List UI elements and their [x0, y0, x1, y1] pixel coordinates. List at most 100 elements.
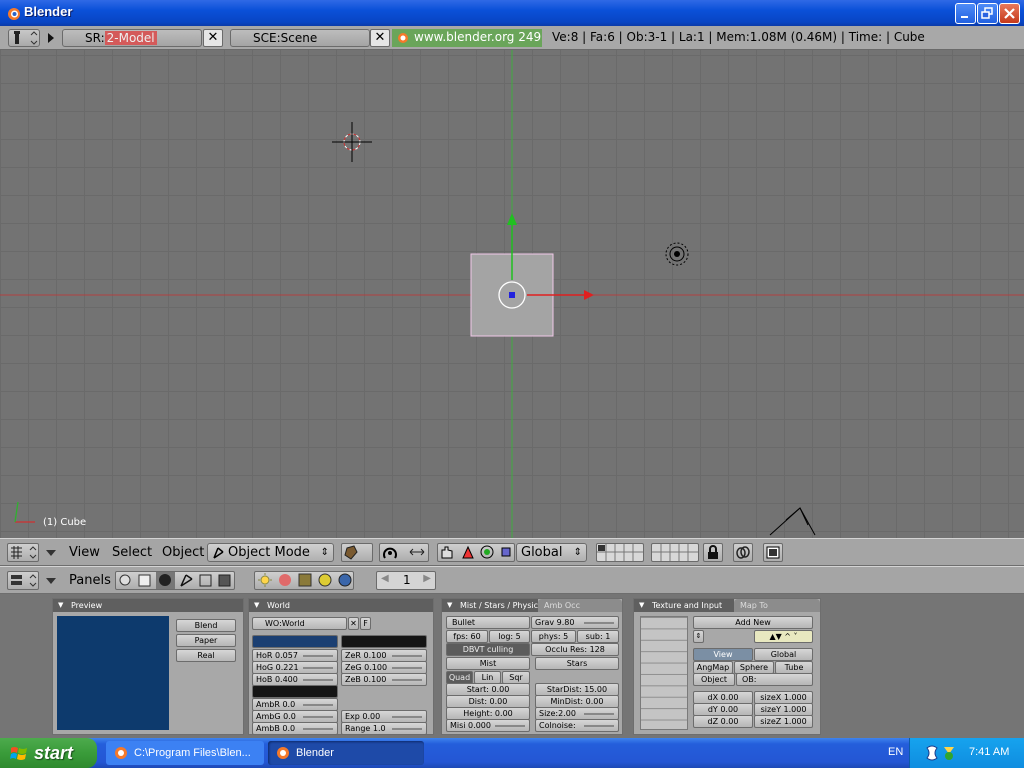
- 3d-viewport[interactable]: (1) Cube: [0, 50, 1024, 538]
- render-button[interactable]: [763, 543, 783, 562]
- amb-occ-tab[interactable]: Amb Occ: [538, 599, 622, 612]
- dz-field[interactable]: dZ 0.00: [693, 715, 753, 728]
- world-fake-button[interactable]: F: [360, 617, 371, 630]
- start-button[interactable]: start: [0, 738, 97, 768]
- delete-screen-button[interactable]: ✕: [203, 29, 223, 47]
- close-button[interactable]: [999, 3, 1020, 24]
- clock[interactable]: 7:41 AM: [969, 746, 1009, 758]
- axis-gizmo-icon: [14, 501, 35, 523]
- buttons-editor-type[interactable]: [7, 571, 39, 590]
- chain-link-icon: [736, 546, 750, 559]
- minimize-button[interactable]: [955, 3, 976, 24]
- world-panel-title[interactable]: World: [249, 599, 433, 612]
- x-arrow-handle: [584, 290, 594, 300]
- phys-field[interactable]: phys: 5: [531, 630, 576, 643]
- pivot-button[interactable]: [379, 543, 429, 562]
- context-buttons[interactable]: [115, 571, 235, 590]
- world-name-field[interactable]: WO:World: [252, 617, 347, 630]
- image-icon: [766, 546, 780, 559]
- menu-view[interactable]: View: [69, 545, 100, 560]
- mist-panel-title[interactable]: Mist / Stars / Physic: [442, 599, 538, 612]
- texture-channel-list[interactable]: [640, 616, 688, 730]
- sizez-field[interactable]: sizeZ 1.000: [754, 715, 813, 728]
- coords-global-button[interactable]: Global: [754, 648, 813, 661]
- scene-stats: Ve:8 | Fa:6 | Ob:3-1 | La:1 | Mem:1.08M …: [552, 30, 925, 44]
- texture-input-panel: Texture and Input Map To Add New ⇕ ▲▼ ^ …: [633, 598, 821, 735]
- add-new-texture-button[interactable]: Add New: [693, 616, 813, 629]
- coords-view-button[interactable]: View: [693, 648, 753, 661]
- layer-grid-icon: [597, 544, 643, 561]
- gravity-slider[interactable]: Grav 9.80: [531, 616, 619, 629]
- orientation-selector[interactable]: Global ⇕: [516, 543, 587, 562]
- scene-selector[interactable]: SCE:Scene: [230, 29, 370, 47]
- object-coords-button[interactable]: Object: [693, 673, 735, 686]
- mode-selector[interactable]: Object Mode ⇕: [207, 543, 334, 562]
- ambb-slider[interactable]: AmbB 0.0: [252, 722, 338, 735]
- panels-collapse-icon[interactable]: [45, 577, 57, 585]
- layer-buttons-1[interactable]: [596, 543, 644, 562]
- collapse-triangle-icon[interactable]: [46, 32, 56, 44]
- layer-grid-icon-2: [652, 544, 698, 561]
- collapse-arrow-icon[interactable]: [45, 549, 57, 557]
- manipulator-icons: [441, 545, 511, 559]
- 3d-cursor-icon: [332, 122, 372, 162]
- texture-browse-button[interactable]: ⇕: [693, 630, 704, 643]
- range-slider[interactable]: Range 1.0: [341, 722, 427, 735]
- menu-object[interactable]: Object: [162, 545, 204, 560]
- subcontext-buttons[interactable]: [254, 571, 354, 590]
- draw-type-button[interactable]: [341, 543, 373, 562]
- texture-panel-title[interactable]: Texture and Input: [634, 599, 734, 612]
- blender-window: Blender SR: 2-Model ✕ SCE:Scene ✕ www.ble…: [0, 0, 1024, 768]
- lock-layer-button[interactable]: [703, 543, 723, 562]
- blender-small-logo-icon: [398, 33, 408, 43]
- copy-paste-buttons[interactable]: ▲▼ ^ ˅: [754, 630, 813, 643]
- frame-number-field[interactable]: ◀ 1 ▶: [376, 571, 436, 590]
- zenith-color-swatch[interactable]: [341, 635, 427, 648]
- log-field[interactable]: log: 5: [489, 630, 530, 643]
- delete-scene-button[interactable]: ✕: [370, 29, 390, 47]
- window-type-menu[interactable]: [8, 29, 40, 47]
- colnoise-slider[interactable]: Colnoise:: [535, 719, 619, 732]
- restore-button[interactable]: [977, 3, 998, 24]
- taskbar-explorer[interactable]: C:\Program Files\Blen...: [106, 741, 264, 765]
- mist-toggle[interactable]: Mist: [446, 657, 530, 670]
- panels-label[interactable]: Panels: [69, 573, 111, 588]
- ambient-color-swatch[interactable]: [252, 685, 338, 698]
- world-unlink-button[interactable]: ✕: [348, 617, 359, 630]
- language-indicator[interactable]: EN: [888, 746, 903, 758]
- taskbar: start C:\Program Files\Blen... Blender E…: [0, 738, 1024, 768]
- map-to-tab[interactable]: Map To: [734, 599, 820, 612]
- preview-real-button[interactable]: Real: [176, 649, 236, 662]
- lock-icon: [708, 545, 718, 559]
- viewport-canvas: [0, 50, 1024, 538]
- fps-field[interactable]: fps: 60: [446, 630, 488, 643]
- menu-select[interactable]: Select: [112, 545, 152, 560]
- windows-logo-icon: [10, 747, 27, 760]
- blender-url[interactable]: www.blender.org 249.2: [392, 29, 542, 47]
- preview-panel-title[interactable]: Preview: [53, 599, 243, 612]
- dbvt-culling-toggle[interactable]: DBVT culling: [446, 643, 530, 656]
- preview-paper-button[interactable]: Paper: [176, 634, 236, 647]
- editor-type-button[interactable]: [7, 543, 39, 562]
- pivot-icon: [383, 547, 425, 559]
- object-name-field[interactable]: OB:: [736, 673, 813, 686]
- taskbar-blender[interactable]: Blender: [268, 741, 424, 765]
- stars-toggle[interactable]: Stars: [535, 657, 619, 670]
- horizon-color-swatch[interactable]: [252, 635, 338, 648]
- physics-engine-selector[interactable]: Bullet: [446, 616, 530, 629]
- manipulator-buttons[interactable]: [437, 543, 515, 562]
- sub-field[interactable]: sub: 1: [577, 630, 619, 643]
- active-object-label: (1) Cube: [43, 517, 87, 528]
- zeb-slider[interactable]: ZeB 0.100: [341, 673, 427, 686]
- world-panel: World WO:World ✕ F HoR 0.057 HoG 0.221 H…: [248, 598, 434, 735]
- occlu-res-field[interactable]: Occlu Res: 128: [531, 643, 619, 656]
- tray-icons[interactable]: [924, 744, 958, 762]
- link-button[interactable]: [733, 543, 753, 562]
- title-bar: Blender: [0, 0, 1024, 26]
- preview-blend-button[interactable]: Blend: [176, 619, 236, 632]
- mist-intensity-slider[interactable]: Misi 0.000: [446, 719, 530, 732]
- screen-selector[interactable]: SR: 2-Model: [62, 29, 202, 47]
- object-mode-icon: [213, 547, 224, 559]
- layer-buttons-2[interactable]: [651, 543, 699, 562]
- y-arrow-handle: [507, 213, 517, 225]
